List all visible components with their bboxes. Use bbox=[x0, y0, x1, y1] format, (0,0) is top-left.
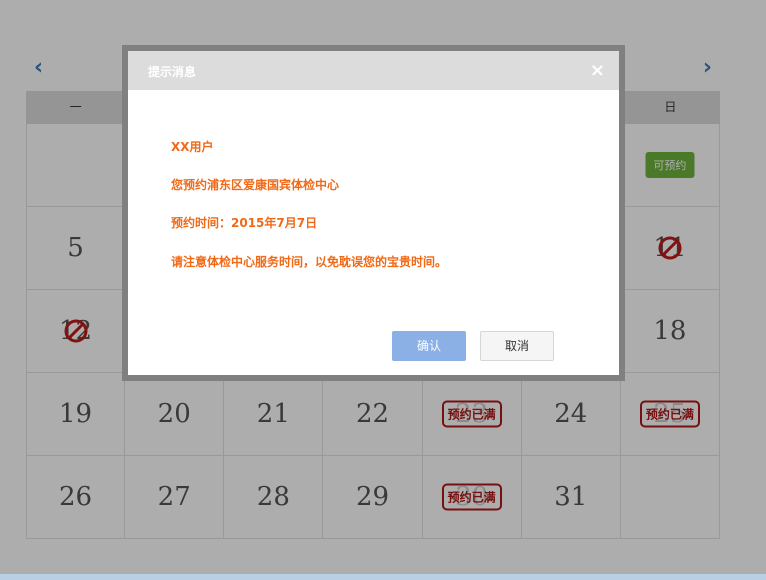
message-dialog: 提示消息 × XX用户 您预约浦东区爱康国宾体检中心 预约时间：2015年7月7… bbox=[122, 45, 625, 381]
dialog-body: 提示消息 × XX用户 您预约浦东区爱康国宾体检中心 预约时间：2015年7月7… bbox=[128, 51, 619, 375]
message-notice: 请注意体检中心服务时间，以免耽误您的宝贵时间。 bbox=[171, 255, 448, 269]
close-icon[interactable]: × bbox=[590, 60, 605, 81]
cancel-button[interactable]: 取消 bbox=[480, 331, 554, 361]
dialog-title: 提示消息 bbox=[148, 65, 197, 79]
message-user: XX用户 bbox=[171, 140, 214, 154]
message-center: 您预约浦东区爱康国宾体检中心 bbox=[171, 178, 340, 192]
dialog-titlebar: 提示消息 × bbox=[128, 51, 619, 90]
confirm-button[interactable]: 确认 bbox=[392, 331, 466, 361]
bottom-strip bbox=[0, 574, 766, 580]
message-time: 预约时间：2015年7月7日 bbox=[171, 216, 318, 230]
